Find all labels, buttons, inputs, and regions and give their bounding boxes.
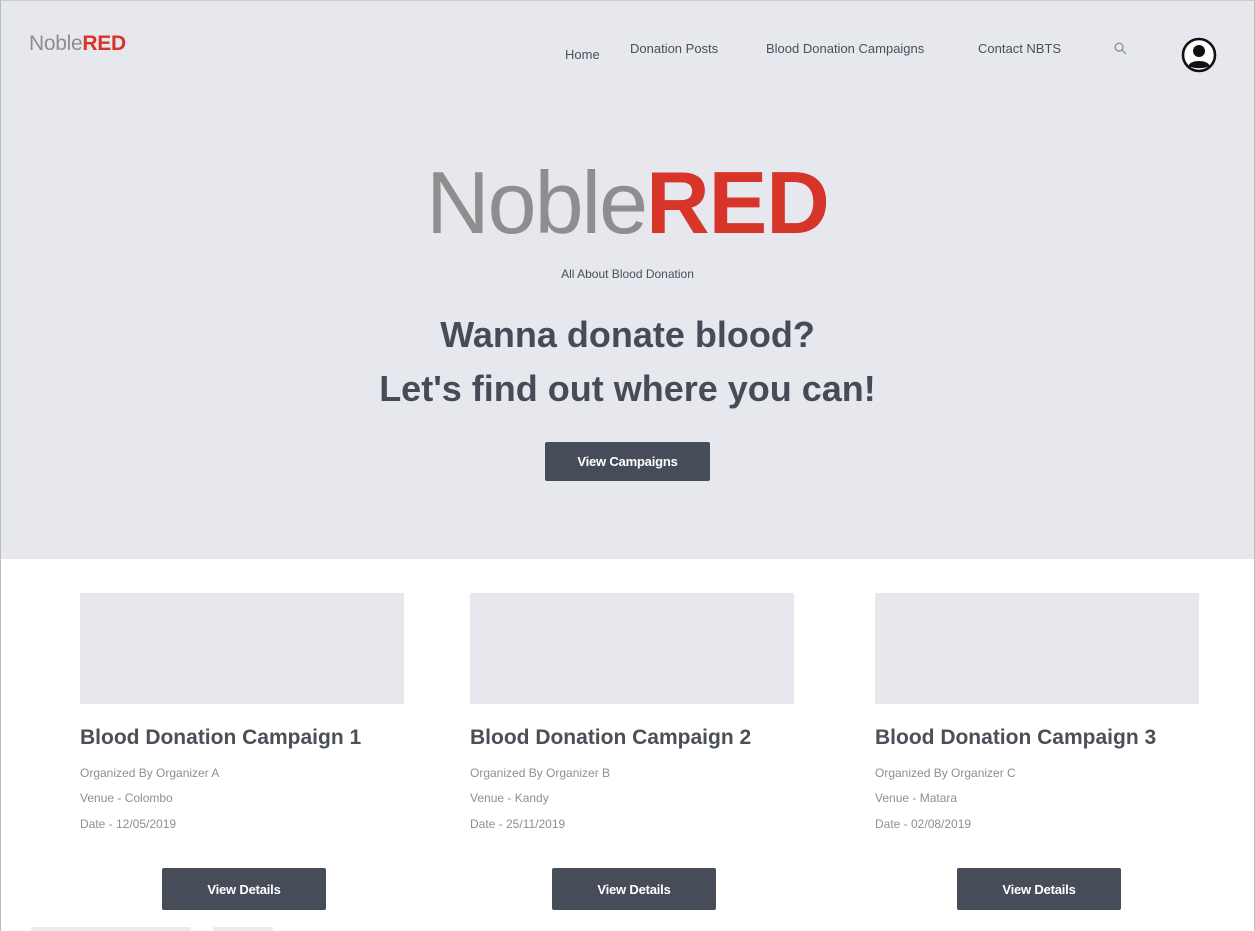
campaign-card: Blood Donation Campaign 1 Organized By O… [80, 593, 404, 913]
main-nav: Home Donation Posts Blood Donation Campa… [1, 41, 1254, 62]
campaign-title: Blood Donation Campaign 3 [875, 726, 1157, 749]
view-details-button[interactable]: View Details [552, 868, 716, 910]
campaign-date: Date - 12/05/2019 [80, 817, 177, 831]
nav-item-contact-nbts[interactable]: Contact NBTS [978, 41, 1061, 56]
campaign-venue: Venue - Colombo [80, 791, 173, 805]
campaign-title: Blood Donation Campaign 1 [80, 726, 362, 749]
view-details-button[interactable]: View Details [162, 868, 326, 910]
campaign-title: Blood Donation Campaign 2 [470, 726, 752, 749]
view-campaigns-button[interactable]: View Campaigns [545, 442, 710, 481]
search-icon[interactable] [1113, 41, 1128, 56]
campaign-venue: Venue - Matara [875, 791, 958, 805]
campaign-date: Date - 02/08/2019 [875, 817, 972, 831]
footer-fragment [213, 927, 273, 931]
campaign-date: Date - 25/11/2019 [470, 817, 566, 831]
nav-item-home[interactable]: Home [565, 47, 600, 62]
nav-item-donation-posts[interactable]: Donation Posts [630, 41, 718, 56]
footer-fragment [31, 927, 191, 931]
hero-logo: NobleRED [1, 159, 1254, 247]
campaign-venue: Venue - Kandy [470, 791, 549, 805]
campaign-image-placeholder [470, 593, 794, 704]
page: NobleRED Home Donation Posts Blood Donat… [0, 0, 1255, 931]
hero-headline-line1: Wanna donate blood? [440, 314, 815, 355]
campaign-organizer: Organized By Organizer C [875, 766, 1016, 780]
hero-logo-noble-text: Noble [426, 153, 648, 252]
campaign-image-placeholder [80, 593, 404, 704]
campaign-organizer: Organized By Organizer A [80, 766, 220, 780]
view-details-button[interactable]: View Details [957, 868, 1121, 910]
campaign-card: Blood Donation Campaign 3 Organized By O… [875, 593, 1199, 913]
nav-item-blood-donation-campaigns[interactable]: Blood Donation Campaigns [766, 41, 924, 56]
campaign-image-placeholder [875, 593, 1199, 704]
campaign-card: Blood Donation Campaign 2 Organized By O… [470, 593, 794, 913]
campaign-organizer: Organized By Organizer B [470, 766, 611, 780]
hero-tagline: All About Blood Donation [561, 267, 694, 281]
hero-headline-line2: Let's find out where you can! [379, 368, 876, 409]
hero-logo-red-text: RED [646, 153, 830, 252]
user-circle-icon[interactable] [1181, 37, 1217, 73]
